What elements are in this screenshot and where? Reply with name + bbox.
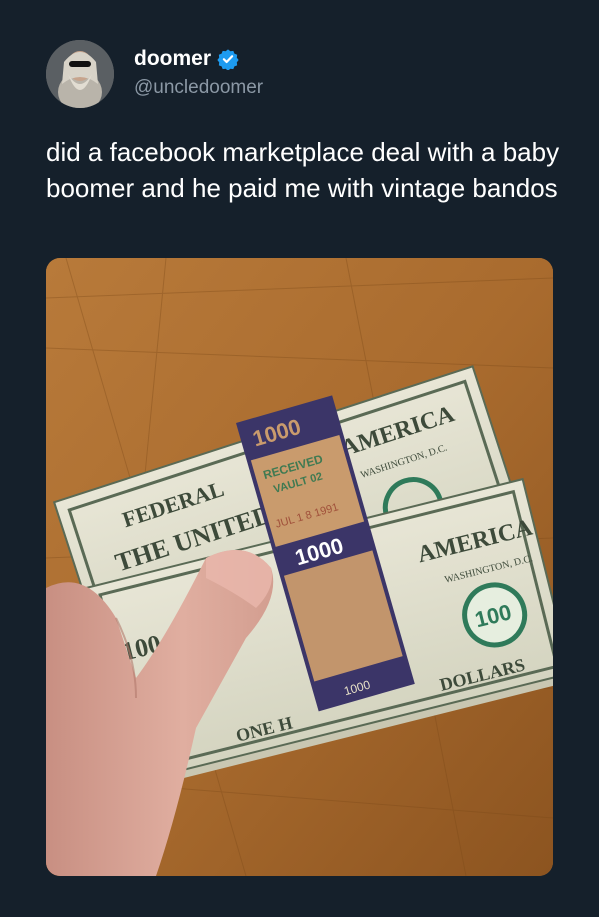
verified-badge-icon [217, 49, 239, 70]
user-names: doomer @uncledoomer [134, 47, 263, 99]
tweet-text: did a facebook marketplace deal with a b… [46, 137, 560, 203]
avatar-image [46, 40, 114, 108]
tweet-photo[interactable]: FEDERAL THE UNITED AMERICA WASHINGTON, D… [46, 258, 553, 876]
user-handle[interactable]: @uncledoomer [134, 77, 263, 99]
display-name[interactable]: doomer [134, 47, 211, 71]
tweet-header: doomer @uncledoomer [46, 40, 566, 110]
avatar[interactable] [46, 40, 114, 108]
photo-money-stacks: FEDERAL THE UNITED AMERICA WASHINGTON, D… [46, 258, 553, 876]
